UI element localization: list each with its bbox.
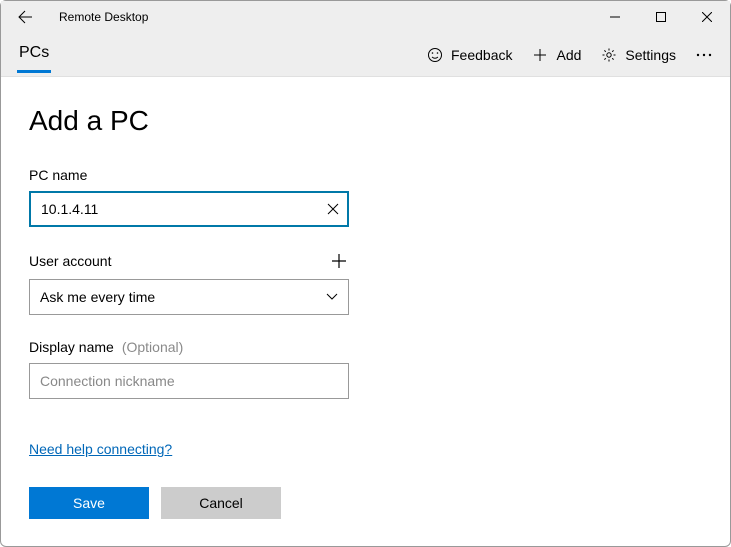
maximize-icon [656,12,666,22]
arrow-left-icon [17,9,33,25]
user-account-value: Ask me every time [40,289,155,305]
feedback-label: Feedback [451,47,512,63]
clear-pc-name-button[interactable] [323,199,343,219]
add-label: Add [556,47,581,63]
gear-icon [601,47,617,63]
tab-pcs[interactable]: PCs [17,36,51,73]
app-title: Remote Desktop [59,10,148,24]
titlebar: Remote Desktop [1,1,730,33]
settings-label: Settings [625,47,676,63]
add-user-account-button[interactable] [329,251,349,271]
save-button[interactable]: Save [29,487,149,519]
add-button[interactable]: Add [522,41,591,69]
settings-button[interactable]: Settings [591,41,686,69]
pc-name-label: PC name [29,167,87,183]
pc-name-field: PC name [29,167,349,227]
display-name-optional: (Optional) [122,339,183,355]
user-account-label: User account [29,253,111,269]
user-account-select[interactable]: Ask me every time [29,279,349,315]
cancel-button[interactable]: Cancel [161,487,281,519]
more-button[interactable] [686,47,722,63]
close-icon [702,12,712,22]
button-row: Save Cancel [29,487,702,519]
chevron-down-icon [326,293,338,301]
help-link[interactable]: Need help connecting? [29,441,172,457]
page-title: Add a PC [29,105,702,137]
back-button[interactable] [9,1,41,33]
plus-icon [331,253,347,269]
plus-icon [532,47,548,63]
user-account-field: User account Ask me every time [29,251,349,315]
close-button[interactable] [684,1,730,33]
x-icon [327,203,339,215]
pc-name-input[interactable] [29,191,349,227]
feedback-button[interactable]: Feedback [417,41,522,69]
content: Add a PC PC name User account Ask me eve… [1,77,730,539]
smiley-icon [427,47,443,63]
minimize-button[interactable] [592,1,638,33]
maximize-button[interactable] [638,1,684,33]
display-name-input[interactable] [29,363,349,399]
commandbar: PCs Feedback Add Settings [1,33,730,77]
display-name-field: Display name (Optional) [29,339,349,399]
display-name-label: Display name [29,339,114,355]
minimize-icon [610,12,620,22]
ellipsis-icon [696,53,712,57]
